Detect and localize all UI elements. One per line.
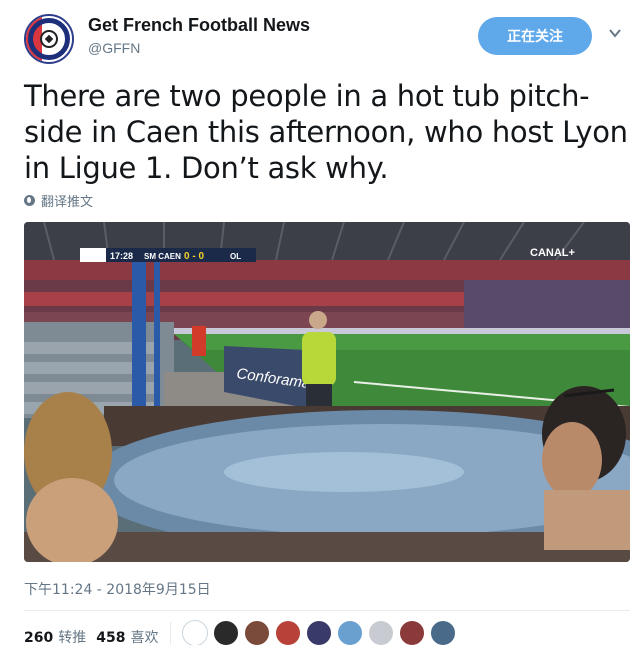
- liker-avatar[interactable]: [306, 620, 332, 645]
- liker-avatar[interactable]: [213, 620, 239, 645]
- translate-tweet-link[interactable]: 翻译推文: [24, 191, 93, 210]
- football-icon: [40, 30, 58, 48]
- globe-icon: [24, 195, 35, 206]
- liker-avatar[interactable]: [337, 620, 363, 645]
- likes-count: 458: [96, 630, 126, 645]
- scoreboard-score: 0 - 0: [184, 251, 204, 262]
- author-avatar[interactable]: [24, 14, 74, 64]
- tweet-media-photo[interactable]: Conforama 17:28 SM CAEN 0 - 0 OL CANAL+: [24, 222, 630, 562]
- liker-avatar[interactable]: [399, 620, 425, 645]
- liker-avatar[interactable]: [368, 620, 394, 645]
- translate-label: 翻译推文: [41, 195, 94, 210]
- liker-avatar[interactable]: [182, 620, 208, 645]
- stadium-hot-tub-photo: Conforama 17:28 SM CAEN 0 - 0 OL CANAL+: [24, 222, 630, 562]
- likes-stat[interactable]: 458 喜欢: [96, 627, 158, 645]
- likers-avatars: [182, 620, 461, 645]
- tweet-timestamp[interactable]: 下午11:24 - 2018年9月15日: [24, 579, 211, 599]
- tweet-stats: 260 转推 458 喜欢: [24, 627, 168, 645]
- retweets-count: 260: [24, 630, 54, 645]
- scoreboard-time: 17:28: [110, 251, 133, 261]
- retweets-stat[interactable]: 260 转推: [24, 627, 86, 645]
- broadcaster-logo: CANAL+: [530, 247, 575, 259]
- scoreboard-home: SM CAEN: [144, 252, 181, 261]
- liker-avatar[interactable]: [430, 620, 456, 645]
- tweet-text: There are two people in a hot tub pitch-…: [24, 79, 628, 185]
- divider: [24, 610, 630, 611]
- retweets-label: 转推: [58, 630, 87, 645]
- author-name[interactable]: Get French Football News: [88, 15, 310, 36]
- liker-avatar[interactable]: [275, 620, 301, 645]
- author-handle[interactable]: @GFFN: [88, 40, 140, 56]
- following-button[interactable]: 正在关注: [478, 17, 592, 55]
- chevron-down-icon[interactable]: [608, 26, 622, 40]
- likes-label: 喜欢: [130, 630, 159, 645]
- scoreboard-away: OL: [230, 252, 241, 261]
- liker-avatar[interactable]: [244, 620, 270, 645]
- stats-separator: [170, 622, 171, 645]
